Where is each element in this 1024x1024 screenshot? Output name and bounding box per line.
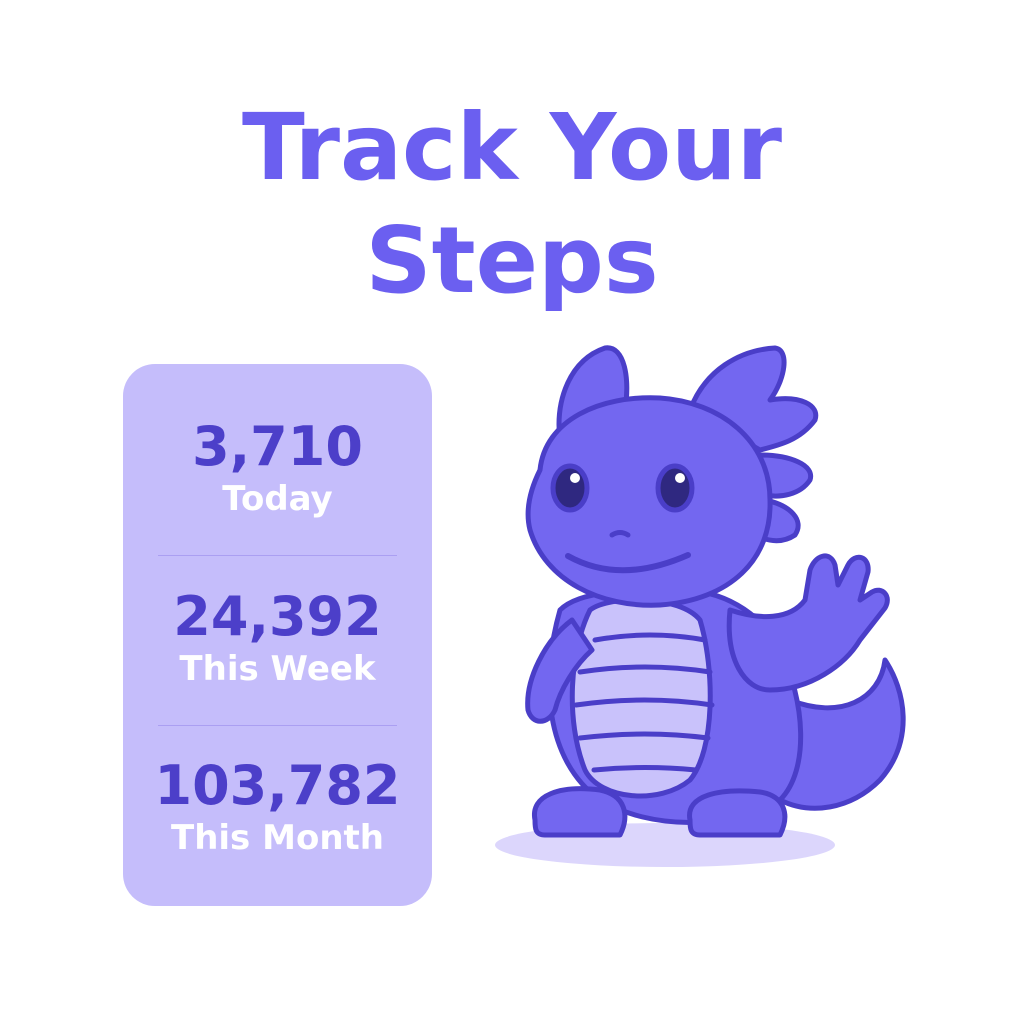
page-title-line-2: Steps xyxy=(365,207,659,314)
steps-week-label: This Week xyxy=(179,649,376,689)
divider xyxy=(158,725,397,726)
stat-this-month: 103,782 This Month xyxy=(123,755,432,859)
steps-month-label: This Month xyxy=(171,818,384,858)
divider xyxy=(158,555,397,556)
stat-today: 3,710 Today xyxy=(123,416,432,520)
steps-week-value: 24,392 xyxy=(173,585,382,648)
steps-stats-card: 3,710 Today 24,392 This Week 103,782 Thi… xyxy=(123,364,432,906)
steps-today-value: 3,710 xyxy=(192,415,363,478)
steps-today-label: Today xyxy=(222,479,333,519)
stat-this-week: 24,392 This Week xyxy=(123,586,432,690)
dragon-mascot-icon xyxy=(495,345,906,867)
page-title-line-1: Track Your xyxy=(241,94,783,201)
steps-month-value: 103,782 xyxy=(154,754,401,817)
